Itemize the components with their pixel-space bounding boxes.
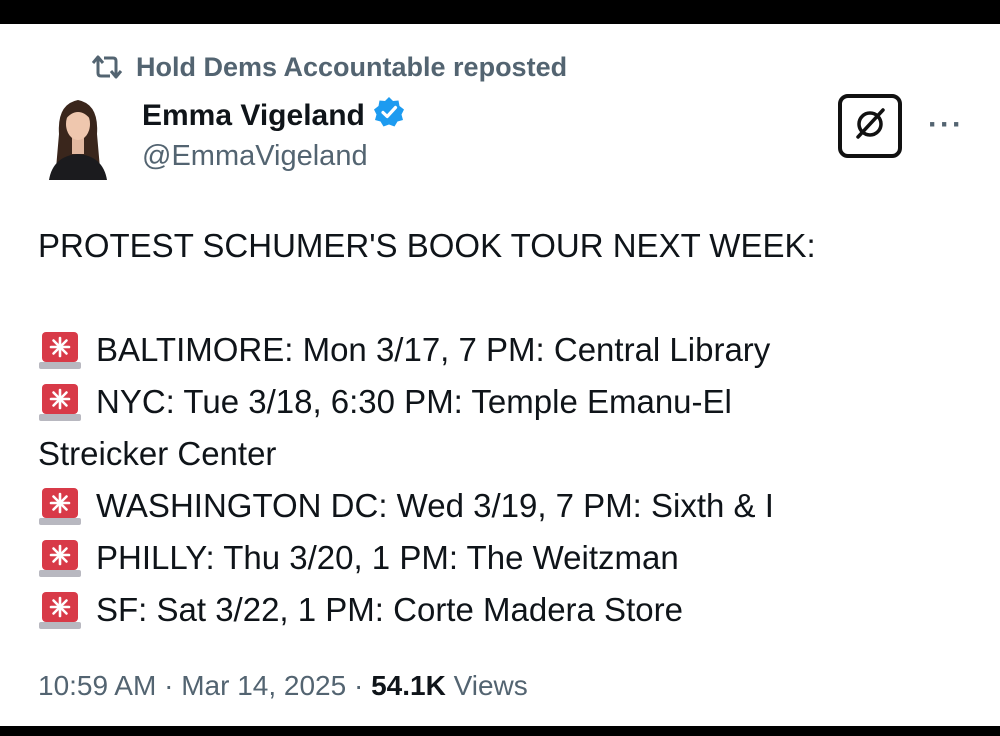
tweet-time[interactable]: 10:59 AM bbox=[38, 670, 156, 701]
police-light-icon bbox=[38, 382, 82, 422]
event-line: PHILLY: Thu 3/20, 1 PM: The Weitzman bbox=[38, 532, 968, 584]
grok-icon bbox=[850, 104, 890, 149]
verified-badge-icon bbox=[373, 96, 405, 136]
tweet-card: Hold Dems Accountable reposted Emma Vige… bbox=[0, 24, 1000, 726]
meta-separator: · bbox=[164, 670, 174, 701]
bottom-border bbox=[0, 726, 1000, 736]
repost-text[interactable]: Hold Dems Accountable reposted bbox=[136, 52, 567, 83]
meta-separator: · bbox=[353, 670, 364, 701]
event-text: NYC: Tue 3/18, 6:30 PM: Temple Emanu-El bbox=[96, 383, 732, 420]
more-options-button[interactable]: ··· bbox=[928, 108, 964, 142]
event-text: PHILLY: Thu 3/20, 1 PM: The Weitzman bbox=[96, 539, 679, 576]
views-label[interactable]: Views bbox=[454, 670, 528, 701]
tweet-headline: PROTEST SCHUMER'S BOOK TOUR NEXT WEEK: bbox=[38, 227, 816, 264]
tweet-text: PROTEST SCHUMER'S BOOK TOUR NEXT WEEK: B… bbox=[38, 220, 968, 636]
police-light-icon bbox=[38, 330, 82, 370]
event-line: NYC: Tue 3/18, 6:30 PM: Temple Emanu-El bbox=[38, 376, 968, 428]
event-line: SF: Sat 3/22, 1 PM: Corte Madera Store bbox=[38, 584, 968, 636]
tweet-date[interactable]: Mar 14, 2025 bbox=[181, 670, 346, 701]
police-light-icon bbox=[38, 590, 82, 630]
police-light-icon bbox=[38, 538, 82, 578]
event-line: BALTIMORE: Mon 3/17, 7 PM: Central Libra… bbox=[38, 324, 968, 376]
author-name-row[interactable]: Emma Vigeland bbox=[142, 96, 405, 136]
event-text: BALTIMORE: Mon 3/17, 7 PM: Central Libra… bbox=[96, 331, 771, 368]
tweet-meta: 10:59 AM · Mar 14, 2025 · 54.1K Views bbox=[38, 670, 528, 702]
author-handle[interactable]: @EmmaVigeland bbox=[142, 140, 368, 173]
grok-button[interactable] bbox=[838, 94, 902, 158]
retweet-icon bbox=[90, 54, 124, 80]
author-name[interactable]: Emma Vigeland bbox=[142, 99, 365, 133]
avatar[interactable] bbox=[45, 94, 111, 180]
event-line-continuation: Streicker Center bbox=[38, 435, 277, 472]
event-text: WASHINGTON DC: Wed 3/19, 7 PM: Sixth & I bbox=[96, 487, 774, 524]
event-line: WASHINGTON DC: Wed 3/19, 7 PM: Sixth & I bbox=[38, 480, 968, 532]
police-light-icon bbox=[38, 486, 82, 526]
repost-indicator[interactable]: Hold Dems Accountable reposted bbox=[90, 52, 567, 82]
views-count[interactable]: 54.1K bbox=[371, 670, 446, 701]
event-text: SF: Sat 3/22, 1 PM: Corte Madera Store bbox=[96, 591, 683, 628]
